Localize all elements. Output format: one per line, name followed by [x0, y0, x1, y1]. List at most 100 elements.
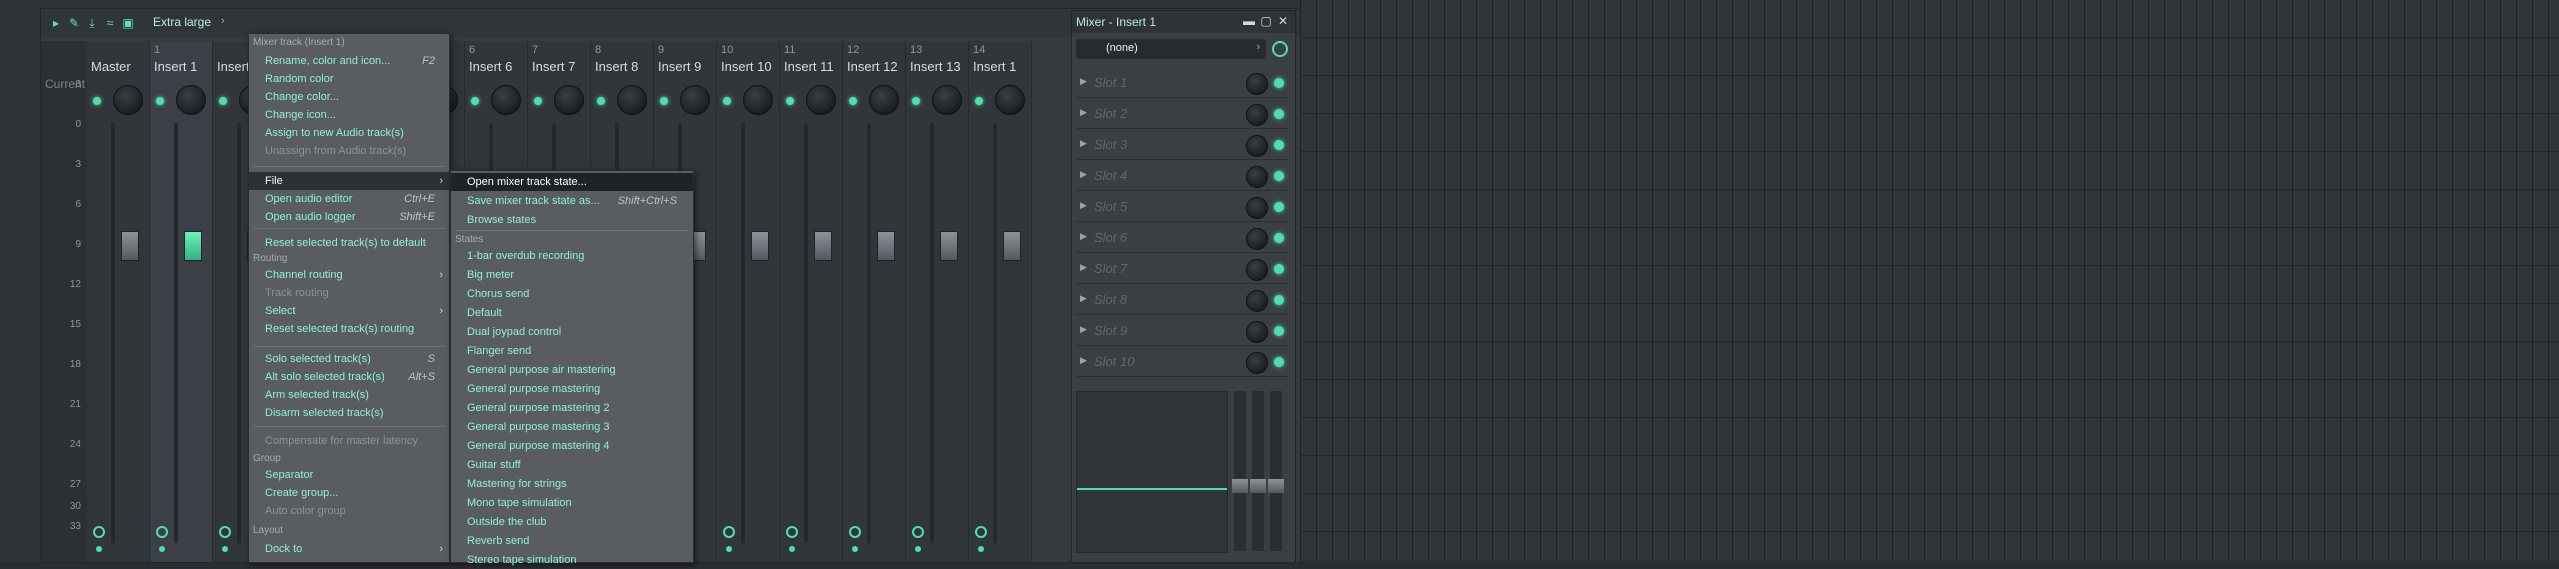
slot-name[interactable]: Slot 6 — [1094, 230, 1127, 245]
clock-icon[interactable] — [1272, 41, 1288, 57]
pan-knob[interactable] — [806, 85, 836, 115]
folder-icon[interactable]: ▣ — [121, 16, 135, 30]
submenu-item[interactable]: General purpose mastering 2 — [451, 399, 693, 417]
submenu-item[interactable]: Save mixer track state as... Shift+Ctrl+S — [451, 192, 693, 210]
mixer-strip[interactable]: 10 Insert 10 — [717, 41, 780, 562]
strip-name[interactable]: Insert 6 — [469, 59, 512, 74]
wave-icon[interactable]: ≈ — [103, 16, 117, 30]
route-dot[interactable] — [159, 546, 165, 552]
strip-name[interactable]: Insert 10 — [721, 59, 772, 74]
strip-led[interactable] — [93, 97, 101, 105]
effect-slot[interactable]: ▶ Slot 1 — [1076, 69, 1288, 98]
menu-item[interactable]: Open audio logger Shift+E — [249, 208, 449, 226]
strip-led[interactable] — [912, 97, 920, 105]
pan-knob[interactable] — [554, 85, 584, 115]
menu-item[interactable]: Channel routing › — [249, 266, 449, 284]
submenu-item[interactable]: Flanger send — [451, 342, 693, 360]
slot-arrow-icon[interactable]: ▶ — [1080, 324, 1087, 335]
volume-fader[interactable] — [940, 231, 958, 261]
submenu-item[interactable]: General purpose mastering 4 — [451, 437, 693, 455]
slot-arrow-icon[interactable]: ▶ — [1080, 200, 1087, 211]
slot-arrow-icon[interactable]: ▶ — [1080, 76, 1087, 87]
pan-knob[interactable] — [743, 85, 773, 115]
record-icon[interactable] — [156, 526, 168, 538]
slot-enable-led[interactable] — [1274, 78, 1284, 88]
mix-knob[interactable] — [1246, 259, 1268, 281]
submenu-item[interactable]: Dual joypad control — [451, 323, 693, 341]
slot-arrow-icon[interactable]: ▶ — [1080, 231, 1087, 242]
download-icon[interactable]: ⤓ — [85, 16, 99, 30]
effect-slot[interactable]: ▶ Slot 4 — [1076, 162, 1288, 191]
volume-fader[interactable] — [751, 231, 769, 261]
menu-item[interactable]: Open audio editor Ctrl+E — [249, 190, 449, 208]
mix-knob[interactable] — [1246, 197, 1268, 219]
slot-enable-led[interactable] — [1274, 233, 1284, 243]
menu-item[interactable]: Separator — [249, 466, 449, 484]
slot-arrow-icon[interactable]: ▶ — [1080, 293, 1087, 304]
menu-item[interactable]: Dock to › — [249, 540, 449, 558]
fader-cap[interactable] — [1232, 479, 1248, 493]
submenu-item[interactable]: Mastering for strings — [451, 475, 693, 493]
slot-enable-led[interactable] — [1274, 109, 1284, 119]
strip-name[interactable]: Insert 7 — [532, 59, 575, 74]
mixer-strip[interactable]: 1 Insert 1 — [150, 41, 213, 562]
mixer-strip[interactable]: 13 Insert 13 — [906, 41, 969, 562]
minimize-icon[interactable]: ▬ — [1242, 14, 1256, 28]
slot-enable-led[interactable] — [1274, 326, 1284, 336]
strip-led[interactable] — [471, 97, 479, 105]
pan-knob[interactable] — [995, 85, 1025, 115]
strip-name[interactable]: Insert 1 — [154, 59, 197, 74]
volume-fader[interactable] — [877, 231, 895, 261]
record-icon[interactable] — [723, 526, 735, 538]
slot-name[interactable]: Slot 3 — [1094, 137, 1127, 152]
strip-name[interactable]: Insert 9 — [658, 59, 701, 74]
menu-item[interactable]: Random color — [249, 70, 449, 88]
menu-item[interactable]: File › — [249, 172, 449, 190]
volume-fader[interactable] — [184, 231, 202, 261]
record-icon[interactable] — [912, 526, 924, 538]
pan-knob[interactable] — [680, 85, 710, 115]
menu-item[interactable]: Change color... — [249, 88, 449, 106]
route-dot[interactable] — [222, 546, 228, 552]
menu-item[interactable]: Change icon... — [249, 106, 449, 124]
record-icon[interactable] — [786, 526, 798, 538]
menu-item[interactable]: Select › — [249, 302, 449, 320]
eq-display[interactable] — [1076, 391, 1228, 553]
submenu-item[interactable]: Big meter — [451, 266, 693, 284]
insert-fader-3[interactable] — [1268, 391, 1284, 551]
submenu-item[interactable]: Chorus send — [451, 285, 693, 303]
menu-item[interactable]: Assign to new Audio track(s) — [249, 124, 449, 142]
submenu-item[interactable]: Mono tape simulation — [451, 494, 693, 512]
insert-title-bar[interactable]: Mixer - Insert 1 ▬ ▢ ✕ — [1072, 11, 1295, 33]
menu-item[interactable]: Disarm selected track(s) — [249, 404, 449, 422]
pan-knob[interactable] — [617, 85, 647, 115]
preset-selector[interactable]: (none) › — [1076, 39, 1266, 59]
brush-icon[interactable]: ✎ — [67, 16, 81, 30]
route-dot[interactable] — [789, 546, 795, 552]
effect-slot[interactable]: ▶ Slot 5 — [1076, 193, 1288, 222]
submenu-item[interactable]: Reverb send — [451, 532, 693, 550]
submenu-item[interactable]: General purpose mastering 3 — [451, 418, 693, 436]
slot-enable-led[interactable] — [1274, 357, 1284, 367]
pan-knob[interactable] — [932, 85, 962, 115]
menu-item[interactable]: Reset selected track(s) to default — [249, 234, 449, 252]
effect-slot[interactable]: ▶ Slot 2 — [1076, 100, 1288, 129]
insert-fader-2[interactable] — [1250, 391, 1266, 551]
menu-item[interactable]: Solo selected track(s) S — [249, 350, 449, 368]
slot-enable-led[interactable] — [1274, 264, 1284, 274]
effect-slot[interactable]: ▶ Slot 9 — [1076, 317, 1288, 346]
strip-name[interactable]: Insert 13 — [910, 59, 961, 74]
strip-name[interactable]: Insert 12 — [847, 59, 898, 74]
slot-enable-led[interactable] — [1274, 171, 1284, 181]
mixer-strip[interactable]: 12 Insert 12 — [843, 41, 906, 562]
slot-arrow-icon[interactable]: ▶ — [1080, 138, 1087, 149]
record-icon[interactable] — [849, 526, 861, 538]
fader-cap[interactable] — [1250, 479, 1266, 493]
slot-name[interactable]: Slot 7 — [1094, 261, 1127, 276]
slot-arrow-icon[interactable]: ▶ — [1080, 169, 1087, 180]
submenu-item[interactable]: General purpose air mastering — [451, 361, 693, 379]
submenu-item[interactable]: Outside the club — [451, 513, 693, 531]
volume-fader[interactable] — [814, 231, 832, 261]
maximize-icon[interactable]: ▢ — [1259, 14, 1273, 28]
mixer-strip[interactable]: 11 Insert 11 — [780, 41, 843, 562]
